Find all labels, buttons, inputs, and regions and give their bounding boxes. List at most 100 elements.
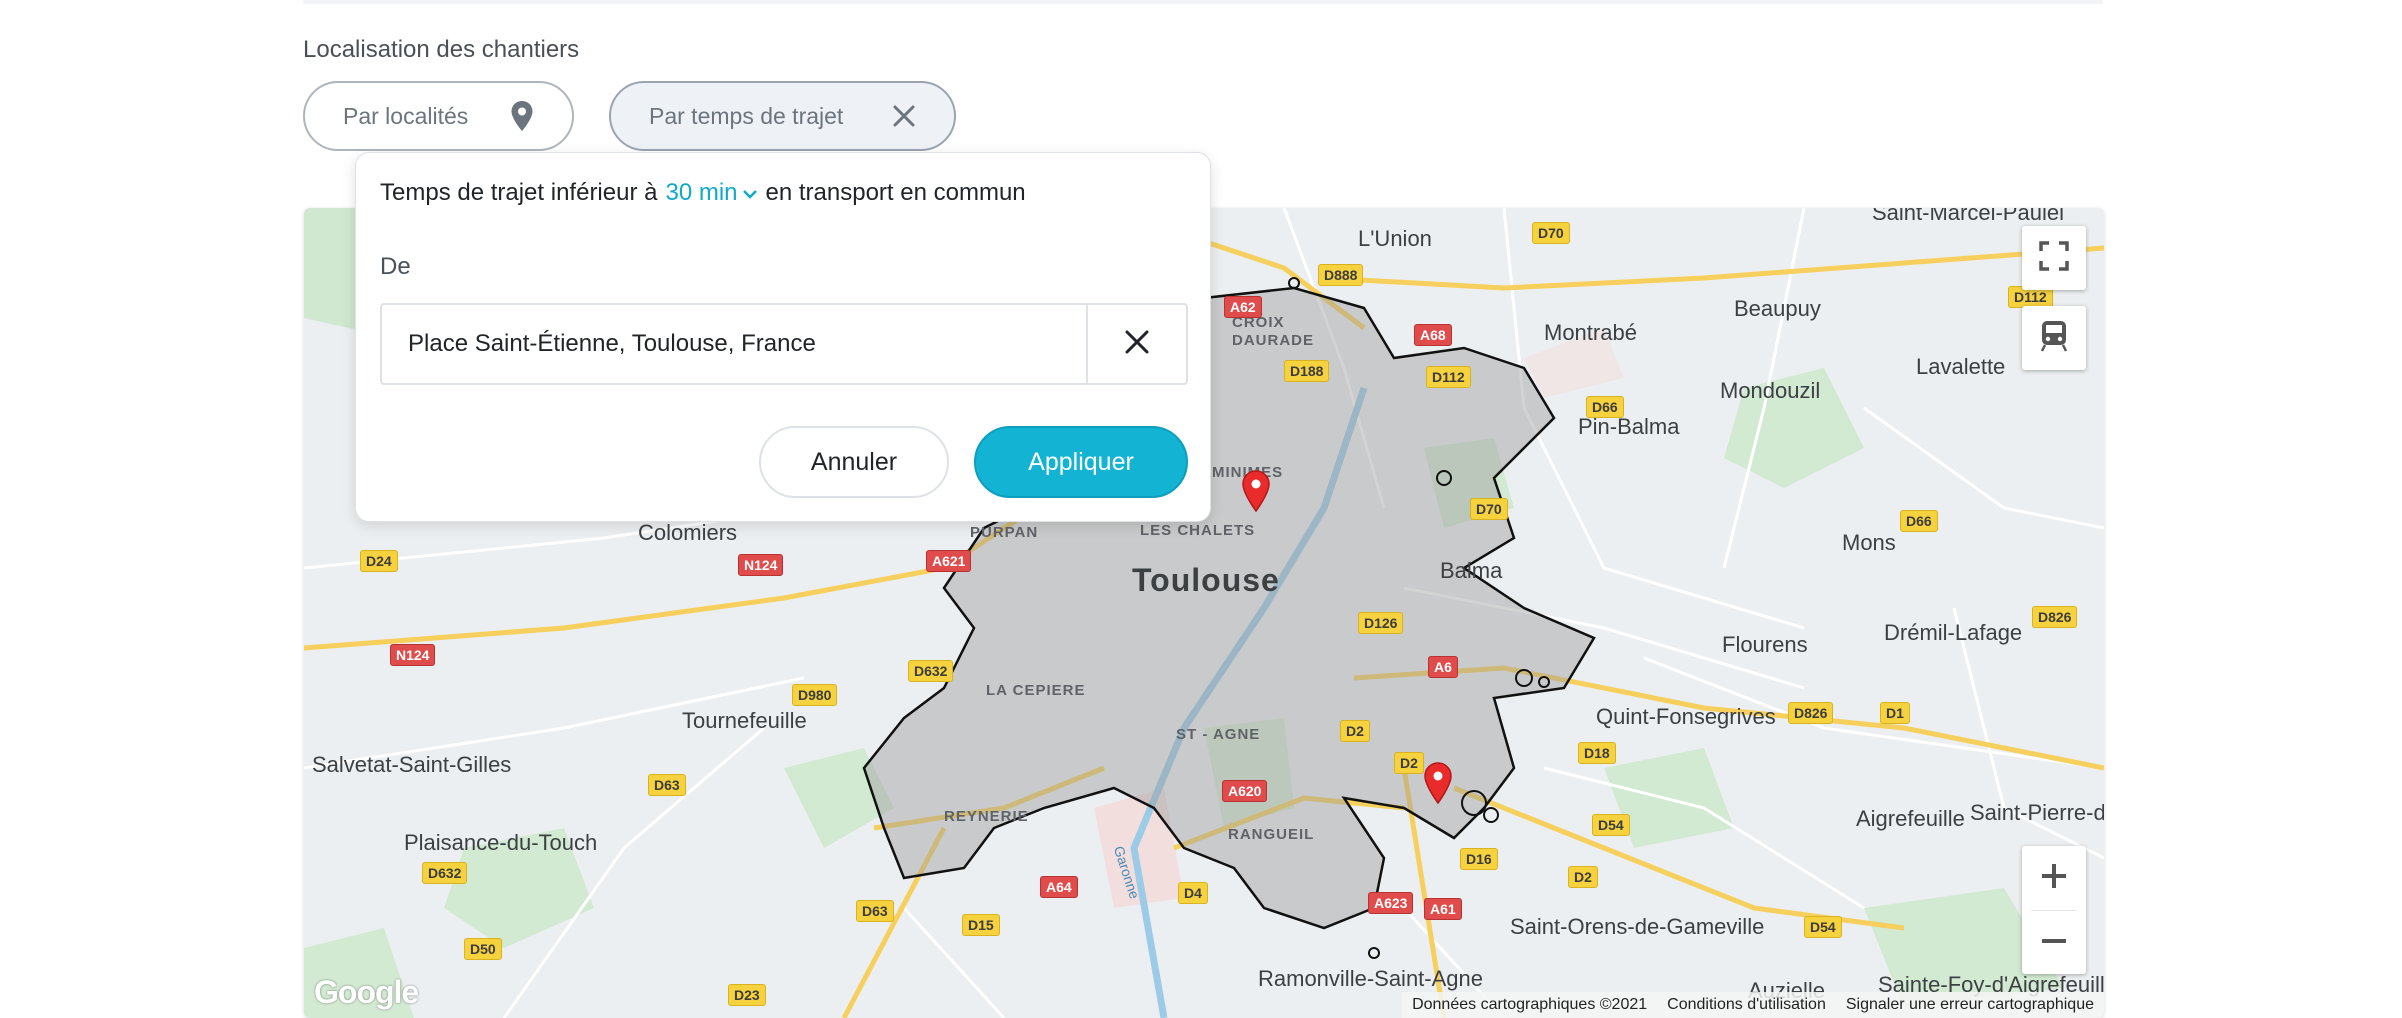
map-label-lacepiere: LA CEPIERE xyxy=(986,682,1086,699)
map-label-toulouse: Toulouse xyxy=(1132,562,1280,598)
map-label-leschalets: LES CHALETS xyxy=(1140,522,1256,539)
travel-time-sentence: Temps de trajet inférieur à 30 min en tr… xyxy=(380,179,1026,207)
map-marker-icon[interactable] xyxy=(1424,762,1452,809)
road-badge-a621: A621 xyxy=(926,550,972,572)
map-label-beaupuy: Beaupuy xyxy=(1734,296,1821,321)
map-label-saintmarcel: Saint-Marcel-Paulel xyxy=(1872,208,2064,225)
duration-value: 30 min xyxy=(665,179,738,206)
road-badge-d1: D1 xyxy=(1880,702,1910,724)
road-badge-d54: D54 xyxy=(1592,814,1630,836)
map-label-quint: Quint-Fonsegrives xyxy=(1596,704,1776,729)
zoom-control xyxy=(2022,846,2086,974)
road-badge-d980: D980 xyxy=(792,684,838,706)
duration-dropdown[interactable]: 30 min xyxy=(665,179,757,207)
close-icon[interactable] xyxy=(892,104,916,128)
road-badge-d18: D18 xyxy=(1578,742,1616,764)
close-icon xyxy=(1124,329,1150,360)
map-attribution: Données cartographiques ©2021 Conditions… xyxy=(1402,992,2104,1018)
map-label-croixdaurade: CROIX DAURADE xyxy=(1232,314,1314,349)
map-label-mondouzil: Mondouzil xyxy=(1720,378,1821,403)
map-label-plaisance: Plaisance-du-Touch xyxy=(404,830,598,855)
road-badge-n124-west: N124 xyxy=(390,644,436,666)
road-badge-d126: D126 xyxy=(1358,612,1404,634)
road-badge-a64: A64 xyxy=(1040,876,1078,898)
travel-time-prefix: Temps de trajet inférieur à xyxy=(380,179,658,206)
road-badge-d63: D63 xyxy=(648,774,686,796)
road-badge-d188: D188 xyxy=(1284,360,1330,382)
map-label-saintpierre: Saint-Pierre-de xyxy=(1970,800,2104,825)
road-badge-d16: D16 xyxy=(1460,848,1498,870)
map-label-ramonville: Ramonville-Saint-Agne xyxy=(1258,966,1483,991)
chevron-down-icon xyxy=(742,179,758,207)
location-pin-icon xyxy=(510,100,534,132)
road-badge-d50: D50 xyxy=(464,938,502,960)
map-label-purpan: PURPAN xyxy=(970,524,1039,541)
road-badge-n124: N124 xyxy=(738,554,784,576)
map-label-flourens: Flourens xyxy=(1722,632,1808,657)
map-label-saintagne: ST - AGNE xyxy=(1176,726,1261,743)
zoom-in-button[interactable] xyxy=(2022,846,2086,910)
road-badge-d15: D15 xyxy=(962,914,1000,936)
road-badge-d4: D4 xyxy=(1178,882,1208,904)
road-badge-a62: A62 xyxy=(1224,296,1262,318)
road-badge-d2: D2 xyxy=(1340,720,1370,742)
filter-chip-localites-label: Par localités xyxy=(343,102,469,129)
travel-time-suffix: en transport en commun xyxy=(765,179,1026,206)
road-badge-d54-south: D54 xyxy=(1804,916,1842,938)
road-badge-a6: A6 xyxy=(1428,656,1458,678)
road-badge-a620: A620 xyxy=(1222,780,1268,802)
zoom-out-button[interactable] xyxy=(2022,911,2086,975)
map-label-montrabe: Montrabé xyxy=(1544,320,1637,345)
from-label: De xyxy=(380,253,411,280)
map-label-mons: Mons xyxy=(1842,530,1896,555)
road-badge-d2-east: D2 xyxy=(1568,866,1598,888)
map-label-saintorens: Saint-Orens-de-Gameville xyxy=(1510,914,1765,939)
transit-icon xyxy=(2039,319,2069,358)
transit-layer-button[interactable] xyxy=(2022,306,2086,370)
zoom-out-icon xyxy=(2039,926,2069,961)
map-marker-icon[interactable] xyxy=(1242,470,1270,517)
filter-chip-localites[interactable]: Par localités xyxy=(303,81,574,151)
section-title: Localisation des chantiers xyxy=(303,36,580,63)
road-badge-a623: A623 xyxy=(1368,892,1414,914)
road-badge-d24: D24 xyxy=(360,550,398,572)
filter-chip-trajet-label: Par temps de trajet xyxy=(649,102,844,129)
map-label-lavalette: Lavalette xyxy=(1916,354,2006,379)
zoom-in-icon xyxy=(2039,861,2069,896)
fullscreen-button[interactable] xyxy=(2022,226,2086,290)
road-badge-d66-east: D66 xyxy=(1900,510,1938,532)
travel-time-popover: Temps de trajet inférieur à 30 min en tr… xyxy=(355,152,1211,522)
map-label-dremil: Drémil-Lafage xyxy=(1884,620,2023,645)
road-badge-d23: D23 xyxy=(728,984,766,1006)
map-label-lunion: L'Union xyxy=(1358,226,1432,251)
fullscreen-icon xyxy=(2039,240,2069,276)
address-clear-button[interactable] xyxy=(1086,305,1186,383)
map-label-tournefeuille: Tournefeuille xyxy=(682,708,807,733)
road-badge-a68: A68 xyxy=(1414,324,1452,346)
address-field xyxy=(380,303,1188,385)
map-label-colomiers: Colomiers xyxy=(638,520,738,545)
map-data-credit: Données cartographiques ©2021 xyxy=(1412,996,1648,1013)
road-badge-d632-west: D632 xyxy=(422,862,468,884)
map-label-reynerie: REYNERIE xyxy=(944,808,1029,825)
road-badge-d632: D632 xyxy=(908,660,954,682)
road-badge-d70: D70 xyxy=(1532,222,1570,244)
road-badge-d888: D888 xyxy=(1318,264,1364,286)
road-badge-d826: D826 xyxy=(2032,606,2078,628)
road-badge-d826-b: D826 xyxy=(1788,702,1834,724)
cancel-button[interactable]: Annuler xyxy=(759,426,949,498)
map-label-balma: Balma xyxy=(1440,558,1503,583)
road-badge-d70-south: D70 xyxy=(1470,498,1508,520)
google-logo: Google xyxy=(314,974,419,1010)
filter-chip-trajet[interactable]: Par temps de trajet xyxy=(609,81,956,151)
map-terms-link[interactable]: Conditions d'utilisation xyxy=(1667,996,1826,1014)
road-badge-d66: D66 xyxy=(1586,396,1624,418)
road-badge-d2-b: D2 xyxy=(1394,752,1424,774)
apply-button[interactable]: Appliquer xyxy=(974,426,1188,498)
road-badge-d63-south: D63 xyxy=(856,900,894,922)
map-label-salvetat: Salvetat-Saint-Gilles xyxy=(312,752,512,777)
map-report-link[interactable]: Signaler une erreur cartographique xyxy=(1846,996,2094,1014)
address-input[interactable] xyxy=(382,305,1086,383)
road-badge-a61: A61 xyxy=(1424,898,1462,920)
map-label-aigrefeuille: Aigrefeuille xyxy=(1856,806,1965,831)
